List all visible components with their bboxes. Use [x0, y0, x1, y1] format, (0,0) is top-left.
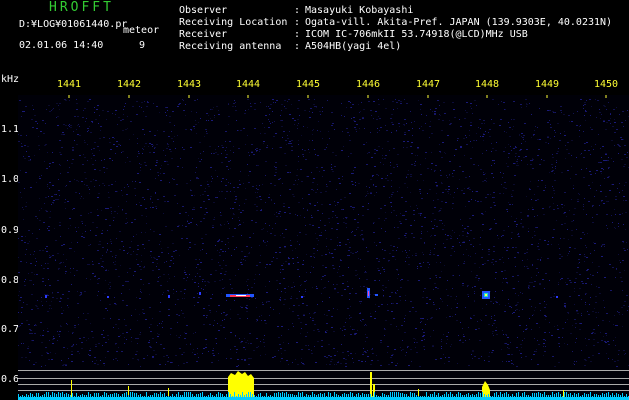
- time-tick-label: 0.9: [1, 225, 20, 236]
- observer-label: Observer: [179, 5, 228, 16]
- freq-tick-label: 1449: [534, 79, 560, 90]
- time-tick-label: 1.0: [1, 174, 20, 185]
- receiver-label: Receiver: [179, 29, 228, 40]
- hrofft-window: { "app": { "title": "HROFFT" }, "header"…: [0, 0, 629, 400]
- spectrogram: [18, 95, 629, 400]
- colon: :: [294, 17, 301, 28]
- mode-label: meteor: [123, 25, 160, 36]
- receiver-value: ICOM IC-706mkII 53.74918(@LCD)MHz USB: [305, 29, 528, 40]
- freq-unit-label: kHz: [1, 74, 20, 85]
- freq-tick-label: 1441: [56, 79, 82, 90]
- meteor-count: 9: [139, 40, 146, 51]
- log-file-path: D:¥LOG¥01061440.pr: [19, 19, 128, 30]
- location-label: Receiving Location: [179, 17, 288, 28]
- freq-tick-label: 1442: [116, 79, 142, 90]
- app-title: HROFFT: [49, 0, 114, 15]
- datetime: 02.01.06 14:40: [19, 40, 104, 51]
- freq-tick-label: 1448: [474, 79, 500, 90]
- freq-tick-label: 1443: [176, 79, 202, 90]
- time-tick-label: 1.1: [1, 124, 20, 135]
- freq-tick-label: 1447: [415, 79, 441, 90]
- time-tick-label: 0.7: [1, 324, 20, 335]
- colon: :: [294, 41, 301, 52]
- antenna-label: Receiving antenna: [179, 41, 282, 52]
- freq-tick-label: 1446: [355, 79, 381, 90]
- meteor-echo-1444: [226, 294, 254, 297]
- freq-tick-label: 1445: [295, 79, 321, 90]
- freq-tick-label: 1444: [235, 79, 261, 90]
- colon: :: [294, 29, 301, 40]
- observer-value: Masayuki Kobayashi: [305, 5, 414, 16]
- location-value: Ogata-vill. Akita-Pref. JAPAN (139.9303E…: [305, 17, 613, 28]
- meteor-echo-1448: [482, 291, 490, 299]
- antenna-value: A504HB(yagi 4el): [305, 41, 402, 52]
- freq-tick-label: 1450: [593, 79, 619, 90]
- time-tick-label: 0.8: [1, 275, 20, 286]
- time-tick-label: 0.6: [1, 374, 20, 385]
- spectrogram-background: [18, 95, 629, 400]
- colon: :: [294, 5, 301, 16]
